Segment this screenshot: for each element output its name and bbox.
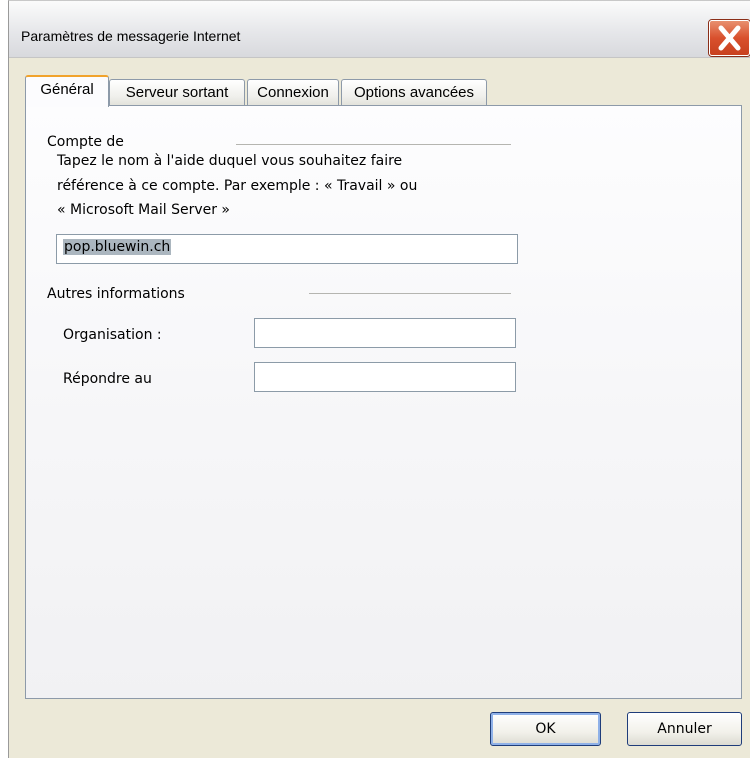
organisation-input[interactable] — [254, 318, 516, 348]
dialog-window: Paramètres de messagerie Internet Généra… — [8, 0, 750, 758]
organisation-label: Organisation : — [63, 327, 162, 343]
ok-button[interactable]: OK — [490, 712, 601, 746]
tab-advanced-options-label: Options avancées — [353, 84, 475, 101]
tab-outgoing-server-label: Serveur sortant — [125, 84, 229, 101]
cancel-button[interactable]: Annuler — [627, 712, 742, 746]
tab-connection-label: Connexion — [257, 84, 329, 101]
close-x-icon — [718, 25, 741, 51]
close-button[interactable] — [709, 20, 750, 56]
reply-to-label: Répondre au — [63, 371, 152, 387]
account-description-line-2: référence à ce compte. Par exemple : « T… — [57, 178, 418, 194]
other-info-section-divider — [309, 293, 511, 294]
other-info-section-title: Autres informations — [47, 286, 185, 302]
account-name-value: pop.bluewin.ch — [63, 239, 172, 255]
tab-advanced-options[interactable]: Options avancées — [341, 79, 487, 107]
tab-connection[interactable]: Connexion — [247, 79, 339, 107]
window-title: Paramètres de messagerie Internet — [21, 28, 241, 44]
account-description-line-1: Tapez le nom à l'aide duquel vous souhai… — [57, 153, 403, 169]
account-description-line-3: « Microsoft Mail Server » — [57, 202, 230, 218]
reply-to-input[interactable] — [254, 362, 516, 392]
tab-panel-general: Compte de Tapez le nom à l'aide duquel v… — [25, 105, 742, 699]
tab-general-label: Général — [40, 81, 94, 98]
account-section-divider — [236, 144, 511, 145]
account-name-input[interactable]: pop.bluewin.ch — [56, 234, 518, 264]
account-section-title: Compte de — [47, 134, 124, 150]
tab-general[interactable]: Général — [25, 75, 109, 107]
title-bar[interactable]: Paramètres de messagerie Internet — [9, 1, 750, 58]
tab-outgoing-server[interactable]: Serveur sortant — [109, 79, 245, 107]
